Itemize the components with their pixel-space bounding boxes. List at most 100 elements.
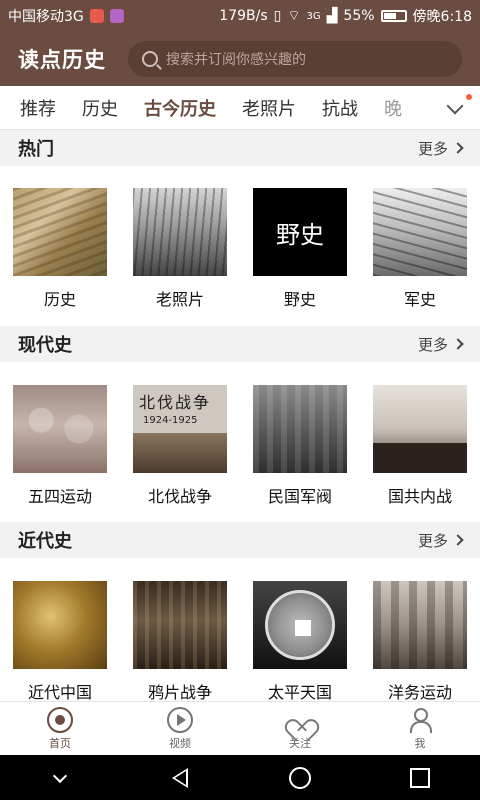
nav-me[interactable]: 我	[360, 702, 480, 755]
hide-keyboard-button[interactable]	[0, 768, 120, 783]
nav-follow[interactable]: 关注	[240, 702, 360, 755]
more-label: 更多	[417, 335, 448, 354]
topic-card[interactable]: 北伐战争 1924-1925 北伐战争	[120, 385, 240, 507]
category-tabs: 推荐 历史 古今历史 老照片 抗战 晚	[0, 86, 480, 130]
vibrate-icon: ▯	[273, 8, 282, 24]
battery-percent: 55%	[343, 8, 375, 24]
topic-label: 老照片	[155, 290, 204, 309]
heart-icon	[287, 707, 313, 733]
nav-home[interactable]: 首页	[0, 702, 120, 755]
coin-image	[265, 590, 335, 660]
recent-square-icon	[410, 767, 430, 788]
topic-label: 民国军阀	[267, 487, 332, 506]
section-header-modern: 现代史 更多	[0, 326, 480, 362]
search-box[interactable]: 搜索并订阅你感兴趣的	[128, 41, 462, 77]
notification-dot	[466, 94, 472, 100]
topic-label: 太平天国	[267, 683, 332, 702]
topic-card[interactable]: 近代中国	[0, 581, 120, 703]
topic-card[interactable]: 民国军阀	[240, 385, 360, 507]
topic-thumbnail	[13, 188, 107, 276]
topic-label: 野史	[283, 290, 316, 309]
chevron-right-icon	[452, 142, 464, 154]
search-icon	[142, 51, 158, 67]
chevron-right-icon	[452, 534, 464, 546]
topic-card[interactable]: 国共内战	[360, 385, 480, 507]
topic-label: 军史	[403, 290, 436, 309]
topic-card[interactable]: 历史	[0, 188, 120, 310]
home-icon	[47, 706, 73, 733]
topic-label: 五四运动	[27, 487, 92, 506]
video-play-icon	[167, 706, 193, 733]
chevron-down-icon	[52, 768, 68, 783]
topic-card[interactable]: 野史 野史	[240, 188, 360, 310]
topic-label: 历史	[43, 290, 76, 309]
topic-thumbnail	[13, 581, 107, 669]
topic-thumbnail	[133, 188, 227, 276]
thumbnail-text: 野史	[276, 220, 324, 249]
person-icon	[407, 707, 433, 733]
nav-label: 我	[414, 736, 426, 750]
tab-war-of-resistance[interactable]: 抗战	[322, 95, 358, 121]
recent-apps-button[interactable]	[360, 767, 480, 788]
nav-label: 首页	[49, 736, 71, 750]
topic-thumbnail	[373, 581, 467, 669]
topic-card[interactable]: 老照片	[120, 188, 240, 310]
section-header-early-modern: 近代史 更多	[0, 522, 480, 558]
bottom-navigation: 首页 视频 关注 我	[0, 701, 480, 755]
nav-label: 视频	[169, 736, 191, 750]
topic-thumbnail	[373, 385, 467, 473]
more-label: 更多	[417, 139, 448, 158]
wifi-icon: ⌔	[287, 8, 301, 24]
section-grid-modern: 五四运动 北伐战争 1924-1925 北伐战争 民国军阀 国共内战	[0, 385, 480, 507]
home-circle-icon	[289, 766, 311, 789]
more-tabs-button[interactable]	[430, 86, 480, 129]
thumbnail-text: 北伐战争	[139, 393, 212, 412]
topic-label: 鸦片战争	[147, 683, 212, 702]
clock: 傍晚6:18	[412, 9, 472, 25]
app-header: 读点历史 搜索并订阅你感兴趣的	[0, 32, 480, 86]
carrier-text: 中国移动3G	[8, 9, 84, 25]
topic-label: 北伐战争	[147, 487, 212, 506]
thumbnail-years: 1924-1925	[143, 415, 198, 426]
more-link[interactable]: 更多	[417, 334, 464, 355]
topic-thumbnail	[373, 188, 467, 276]
back-triangle-icon	[172, 767, 188, 788]
more-label: 更多	[417, 531, 448, 550]
battery-icon	[380, 10, 407, 22]
section-title: 现代史	[18, 335, 72, 356]
tab-ancient-modern-history[interactable]: 古今历史	[144, 95, 216, 121]
topic-thumbnail	[253, 385, 347, 473]
topic-card[interactable]: 太平天国	[240, 581, 360, 703]
topic-card[interactable]: 洋务运动	[360, 581, 480, 703]
back-button[interactable]	[120, 767, 240, 788]
section-header-hot: 热门 更多	[0, 130, 480, 166]
topic-label: 国共内战	[387, 487, 452, 506]
nav-video[interactable]: 视频	[120, 702, 240, 755]
home-button[interactable]	[240, 766, 360, 789]
topic-label: 近代中国	[27, 683, 92, 702]
status-bar: 中国移动3G 179B/s ▯ ⌔ 3G ▟ 55% 傍晚6:18	[0, 0, 480, 32]
more-link[interactable]: 更多	[417, 138, 464, 159]
tab-recommend[interactable]: 推荐	[20, 95, 56, 121]
section-title: 热门	[18, 139, 54, 160]
tab-late-qing[interactable]: 晚	[384, 95, 402, 121]
tab-old-photos[interactable]: 老照片	[242, 95, 296, 121]
network-speed: 179B/s	[219, 8, 268, 24]
search-placeholder: 搜索并订阅你感兴趣的	[166, 52, 306, 68]
topic-label: 洋务运动	[387, 683, 452, 702]
topic-card[interactable]: 鸦片战争	[120, 581, 240, 703]
chevron-right-icon	[452, 338, 464, 350]
topic-thumbnail	[253, 581, 347, 669]
topic-thumbnail	[13, 385, 107, 473]
section-title: 近代史	[18, 531, 72, 552]
more-link[interactable]: 更多	[417, 530, 464, 551]
mail-notification-icon	[89, 9, 104, 23]
tab-history[interactable]: 历史	[82, 95, 118, 121]
topic-thumbnail: 北伐战争 1924-1925	[133, 385, 227, 473]
image-notification-icon	[109, 9, 124, 23]
network-type: 3G	[306, 10, 321, 22]
topic-card[interactable]: 军史	[360, 188, 480, 310]
system-navigation-bar	[0, 755, 480, 800]
topic-card[interactable]: 五四运动	[0, 385, 120, 507]
app-title: 读点历史	[18, 48, 106, 72]
